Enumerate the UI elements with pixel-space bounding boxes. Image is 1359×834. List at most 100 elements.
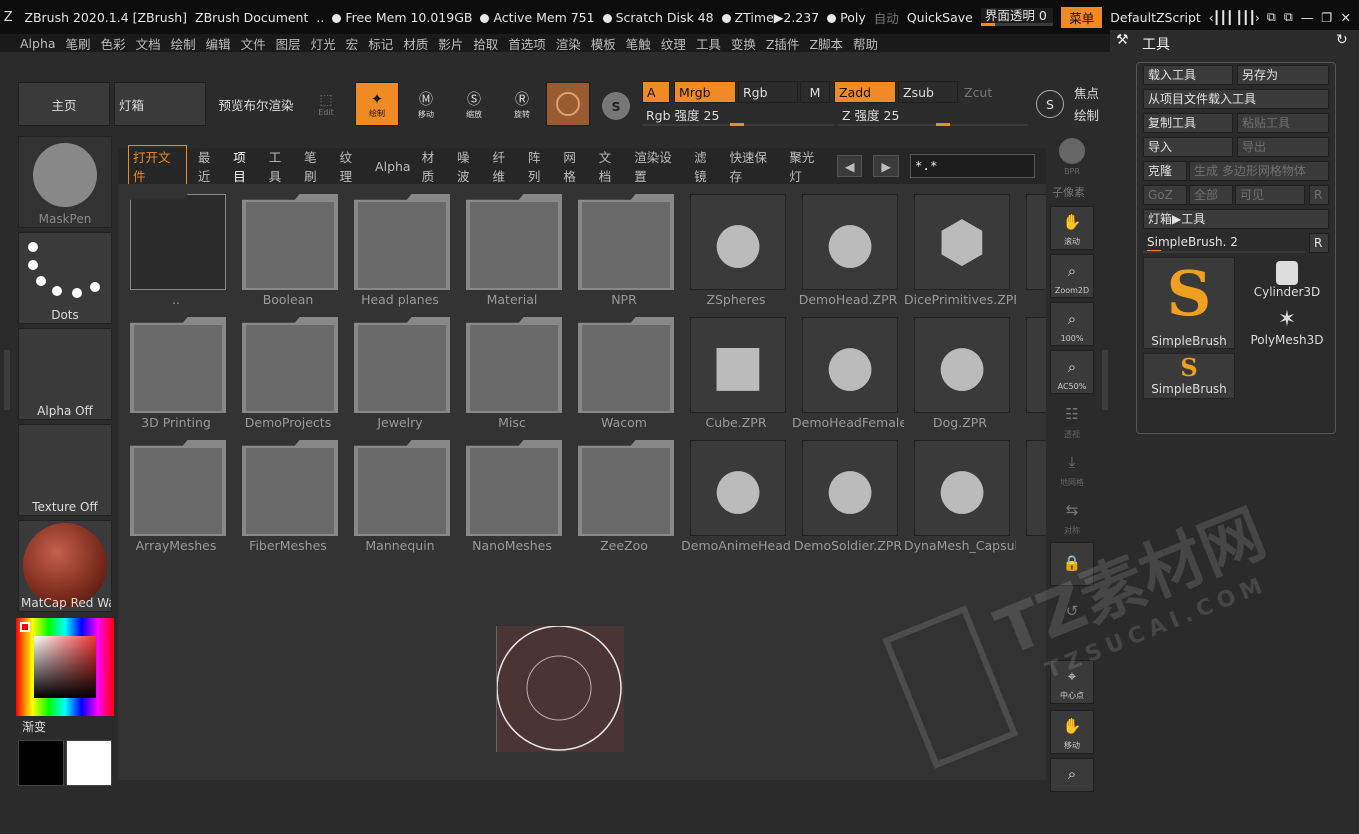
floor-button[interactable]: ⤓ 地网格 (1050, 446, 1094, 490)
layout-left-icon[interactable]: ⧉ (1267, 9, 1276, 25)
file-item[interactable]: ■ Cube.ZPR (680, 309, 790, 430)
file-item[interactable]: ZeeZoo (568, 432, 678, 553)
file-item[interactable]: DemoProjects (232, 309, 342, 430)
menu-item[interactable]: 拾取 (473, 34, 498, 53)
lightbox-tab[interactable]: 快速保存 (730, 147, 779, 185)
edit-button[interactable]: ⬚ Edit (304, 82, 348, 126)
close-icon[interactable]: ✕ (1341, 10, 1351, 25)
file-item[interactable]: ● DemoSoldier.ZPR (792, 432, 902, 553)
z-intensity-knob[interactable] (935, 123, 950, 126)
color-saturation-square[interactable] (34, 636, 96, 698)
file-item[interactable]: ● Dog.ZPR (904, 309, 1014, 430)
bpr-button[interactable]: BPR (1050, 134, 1094, 178)
menu-item[interactable]: 色彩 (101, 34, 126, 53)
goz-visible-button[interactable]: 可见 (1235, 185, 1305, 205)
symmetry-button[interactable]: ⇆ 对称 (1050, 494, 1094, 538)
layout-right-icon[interactable]: ⧉ (1284, 9, 1293, 25)
lightbox-tab[interactable]: 纹理 (340, 147, 364, 185)
file-item[interactable]: Material (456, 186, 566, 307)
menu-item[interactable]: 编辑 (206, 34, 231, 53)
file-item[interactable]: Mannequin (344, 432, 454, 553)
lightbox-tab[interactable]: 工具 (269, 147, 293, 185)
actual-size-button[interactable]: ⌕ 100% (1050, 302, 1094, 346)
menu-item[interactable]: 模板 (591, 34, 616, 53)
filter-input[interactable]: *.* (909, 154, 1036, 178)
menu-item[interactable]: 渲染 (556, 34, 581, 53)
lightbox-tab[interactable]: 打开文件 (128, 145, 187, 187)
file-item[interactable]: FiberMeshes (232, 432, 342, 553)
zcut-toggle[interactable]: Zcut (960, 81, 1020, 103)
frame-button[interactable]: ↺ (1050, 590, 1094, 634)
quicksave-button[interactable]: QuickSave (907, 10, 973, 25)
current-tool-knob[interactable] (1147, 250, 1161, 251)
file-item[interactable]: Boolean (232, 186, 342, 307)
menu-item[interactable]: Z脚本 (809, 34, 843, 53)
file-item[interactable]: NPR (568, 186, 678, 307)
scroll-button[interactable]: ✋ 滚动 (1050, 206, 1094, 250)
auto-label[interactable]: 自动 (874, 8, 899, 27)
brush-preview[interactable] (496, 625, 624, 752)
rgb-intensity-knob[interactable] (730, 123, 744, 126)
texture-button[interactable]: S (596, 86, 636, 126)
focal-shift-label[interactable]: 焦点 (1074, 82, 1106, 102)
brush-slot[interactable]: MaskPen (18, 136, 112, 228)
menu-item[interactable]: 帮助 (853, 34, 878, 53)
menu-item[interactable]: Alpha (20, 36, 56, 51)
a-toggle[interactable]: A (642, 81, 670, 103)
menu-item[interactable]: 灯光 (311, 34, 336, 53)
lightbox-tab[interactable]: 笔刷 (304, 147, 328, 185)
m-toggle[interactable]: M (800, 81, 830, 103)
goz-button[interactable]: GoZ (1143, 185, 1187, 205)
zoom-view-button[interactable]: ⌕ (1050, 758, 1094, 792)
lightbox-tab[interactable]: 材质 (422, 147, 446, 185)
rgb-intensity-slider[interactable]: Rgb 强度 25 (642, 104, 834, 126)
menu-item[interactable]: 笔触 (626, 34, 651, 53)
load-from-project-button[interactable]: 从项目文件载入工具 (1143, 89, 1329, 109)
ac50-button[interactable]: ⌕ AC50% (1050, 350, 1094, 394)
menu-item[interactable]: 标记 (368, 34, 393, 53)
lightbox-tab[interactable]: Alpha (375, 159, 411, 174)
lightbox-tab[interactable]: 聚光灯 (789, 147, 826, 185)
preview-boolean-button[interactable]: 预览布尔渲染 (210, 82, 302, 126)
material-button[interactable] (546, 82, 590, 126)
gradient-label[interactable]: 渐变 (22, 718, 46, 735)
file-item[interactable]: ● Dyna (1016, 309, 1046, 429)
menu-item[interactable]: 图层 (276, 34, 301, 53)
lightbox-tab[interactable]: 渲染设置 (634, 147, 683, 185)
draw-size-label[interactable]: 绘制 (1074, 104, 1106, 124)
scale-button[interactable]: Ⓢ 缩放 (452, 82, 496, 126)
center-point-button[interactable]: ⌖ 中心点 (1050, 660, 1094, 704)
next-arrow-icon[interactable]: ▶ (873, 155, 899, 177)
menu-item[interactable]: 首选项 (508, 34, 546, 53)
transparency-slider[interactable]: 界面透明 0 (980, 8, 1054, 26)
material-slot[interactable]: MatCap Red Wax (18, 520, 112, 612)
file-item[interactable]: ● ZSpheres (680, 186, 790, 307)
file-item[interactable]: Wacom (568, 309, 678, 430)
palette-reset-icon[interactable]: ↻ (1336, 32, 1348, 48)
tool-tile-simplebrush-small[interactable]: S SimpleBrush (1143, 353, 1235, 399)
goz-r-button[interactable]: R (1309, 185, 1329, 205)
menu-item[interactable]: 纹理 (661, 34, 686, 53)
file-item[interactable]: 3D Printing (120, 309, 230, 430)
right-shelf-handle[interactable] (1102, 350, 1108, 410)
draw-button[interactable]: ✦ 绘制 (355, 82, 399, 126)
goz-all-button[interactable]: 全部 (1189, 185, 1233, 205)
file-item[interactable]: ● Dyna (1016, 432, 1046, 552)
texture-slot[interactable]: Texture Off (18, 424, 112, 516)
file-item[interactable]: Misc (456, 309, 566, 430)
menu-item[interactable]: 工具 (696, 34, 721, 53)
file-item[interactable]: Head planes (344, 186, 454, 307)
rotate-button[interactable]: Ⓡ 旋转 (500, 82, 544, 126)
lightbox-tab[interactable]: 滤镜 (694, 147, 718, 185)
mrgb-toggle[interactable]: Mrgb (674, 81, 736, 103)
menu-item[interactable]: 笔刷 (66, 34, 91, 53)
tool-tile-cylinder3d[interactable]: Cylinder3D (1243, 257, 1331, 303)
lightbox-tab[interactable]: 纤维 (492, 147, 516, 185)
lightbox-tab[interactable]: 文档 (599, 147, 623, 185)
save-as-button[interactable]: 另存为 (1237, 65, 1329, 85)
menu-item[interactable]: Z插件 (766, 34, 800, 53)
file-item[interactable]: ● DemoHeadFemale (792, 309, 904, 430)
menu-item[interactable]: 宏 (346, 34, 359, 53)
lightbox-tab[interactable]: 噪波 (457, 147, 481, 185)
color-picker[interactable] (16, 618, 114, 716)
